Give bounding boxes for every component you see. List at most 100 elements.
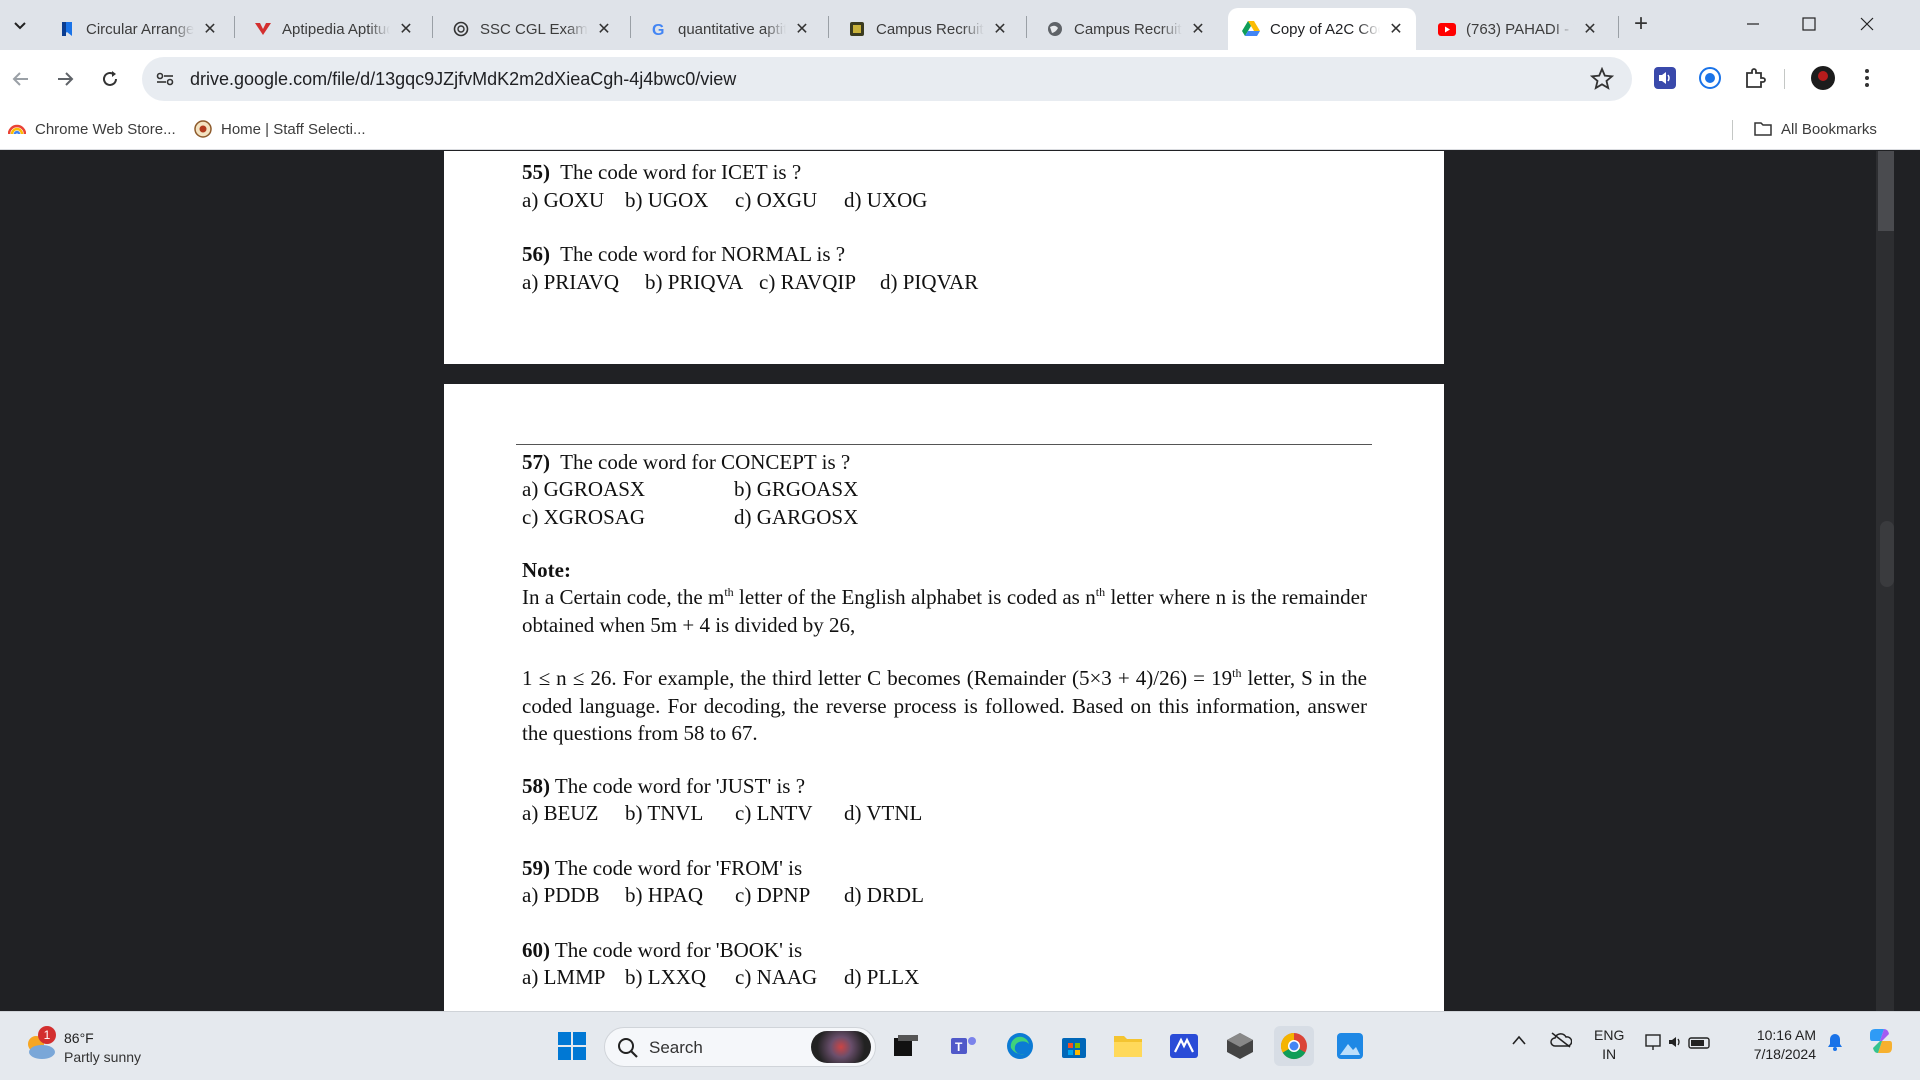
microsoft-store-app[interactable] — [1054, 1026, 1094, 1066]
new-tab-button[interactable]: + — [1628, 12, 1654, 38]
tab-quantitative-aptitude[interactable]: G quantitative aptitude ✕ — [636, 8, 822, 50]
option-c: c) RAVQIP — [759, 270, 857, 294]
app-logo-icon — [1170, 1034, 1198, 1058]
question-number: 58) — [522, 774, 550, 798]
close-tab-icon[interactable]: ✕ — [1188, 19, 1208, 39]
document-viewer[interactable]: 55) The code word for ICET is ? a) GOXU … — [0, 151, 1920, 1011]
url-text[interactable]: drive.google.com/file/d/13gqc9JZjfvMdK2m… — [190, 69, 736, 90]
forward-button[interactable] — [50, 64, 80, 94]
question-text: The code word for NORMAL is ? — [560, 242, 846, 266]
file-explorer-app[interactable] — [1108, 1026, 1148, 1066]
viewer-scrollbar[interactable] — [1876, 151, 1894, 1011]
taskbar-search[interactable]: Search — [604, 1027, 876, 1067]
address-bar[interactable]: drive.google.com/file/d/13gqc9JZjfvMdK2m… — [142, 57, 1632, 101]
scrollbar-thumb[interactable] — [1880, 521, 1894, 587]
tab-youtube[interactable]: (763) PAHADI - YouTube ✕ — [1424, 8, 1610, 50]
question-58: 58) The code word for 'JUST' is ? — [522, 774, 805, 799]
question-text: The code word for 'JUST' is ? — [554, 774, 806, 798]
record-extension-icon — [1699, 67, 1721, 89]
chrome-menu-button[interactable] — [1854, 65, 1880, 91]
bookmark-staff-selection[interactable]: Home | Staff Selecti... — [194, 117, 366, 141]
cube-app[interactable] — [1220, 1026, 1260, 1066]
all-bookmarks-button[interactable]: All Bookmarks — [1754, 117, 1877, 141]
store-icon — [1062, 1038, 1086, 1058]
tab-aptipedia[interactable]: Aptipedia Aptitude ✕ — [240, 8, 426, 50]
minimize-button[interactable] — [1724, 0, 1782, 48]
tab-divider — [234, 16, 235, 38]
bookmark-blue-icon — [58, 20, 76, 38]
ms-app[interactable] — [1164, 1026, 1204, 1066]
teams-app[interactable]: T — [944, 1026, 984, 1066]
close-tab-icon[interactable]: ✕ — [396, 19, 416, 39]
more-vert-icon — [1865, 69, 1869, 87]
copilot-button[interactable] — [1866, 1026, 1896, 1059]
task-view-button[interactable] — [886, 1026, 926, 1066]
bookmark-chrome-web-store[interactable]: Chrome Web Store... — [8, 117, 176, 141]
extensions-button[interactable] — [1742, 65, 1768, 91]
youtube-icon — [1438, 20, 1456, 38]
maximize-button[interactable] — [1780, 0, 1838, 48]
notifications-button[interactable] — [1826, 1032, 1844, 1055]
note-paragraph-1: In a Certain code, the mth letter of the… — [522, 584, 1367, 639]
close-window-button[interactable] — [1838, 0, 1896, 48]
note-heading: Note: — [522, 558, 571, 582]
weather-widget[interactable]: 1 86°F Partly sunny — [22, 1026, 182, 1068]
tab-title: Circular Arrangement — [86, 20, 194, 38]
tab-title: (763) PAHADI - YouTube — [1466, 20, 1574, 38]
option-b: b) LXXQ — [625, 965, 707, 989]
extension-read-aloud[interactable] — [1652, 65, 1678, 91]
puzzle-icon — [1746, 68, 1766, 88]
option-a: a) PRIAVQ — [522, 270, 620, 294]
question-number: 59) — [522, 856, 550, 880]
time: 10:16 AM — [1756, 1027, 1816, 1043]
question-number: 55) — [522, 160, 550, 184]
tab-title: Campus Recruitment — [876, 20, 984, 38]
language-indicator[interactable]: ENG IN — [1594, 1026, 1624, 1064]
close-tab-icon[interactable]: ✕ — [594, 19, 614, 39]
back-button[interactable] — [6, 64, 36, 94]
tab-a2c-coding-active[interactable]: Copy of A2C Coding ✕ — [1228, 8, 1416, 50]
all-bookmarks-label: All Bookmarks — [1781, 120, 1877, 138]
close-tab-icon[interactable]: ✕ — [792, 19, 812, 39]
temperature: 86°F — [64, 1030, 94, 1046]
tab-circular-arrangement[interactable]: Circular Arrangement ✕ — [44, 8, 230, 50]
profile-button[interactable] — [1810, 65, 1836, 91]
tab-strip: Circular Arrangement ✕ Aptipedia Aptitud… — [0, 0, 1920, 50]
site-info-button[interactable] — [152, 66, 178, 92]
photos-icon — [1337, 1033, 1363, 1059]
clock[interactable]: 10:16 AM 7/18/2024 — [1740, 1026, 1816, 1064]
document-page: 55) The code word for ICET is ? a) GOXU … — [444, 151, 1444, 364]
photos-app[interactable] — [1330, 1026, 1370, 1066]
bookmark-star-button[interactable] — [1589, 66, 1615, 91]
edge-app[interactable] — [1000, 1026, 1040, 1066]
chrome-app[interactable] — [1274, 1026, 1314, 1066]
option-a: a) GGROASX — [522, 477, 646, 501]
quick-settings-button[interactable] — [1645, 1032, 1713, 1055]
note-paragraph-2: 1 ≤ n ≤ 26. For example, the third lette… — [522, 665, 1367, 748]
book-icon — [848, 20, 866, 38]
tab-campus-recruitment-2[interactable]: Campus Recruitment ✕ — [1032, 8, 1218, 50]
question-number: 57) — [522, 450, 550, 474]
tab-search-button[interactable] — [6, 11, 34, 39]
tab-campus-recruitment-1[interactable]: Campus Recruitment ✕ — [834, 8, 1020, 50]
chatgpt-icon — [452, 20, 470, 38]
close-tab-icon[interactable]: ✕ — [990, 19, 1010, 39]
onedrive-tray[interactable] — [1550, 1032, 1573, 1051]
question-text: The code word for CONCEPT is ? — [560, 450, 851, 474]
reload-button[interactable] — [95, 64, 125, 94]
option-d: d) VTNL — [844, 801, 923, 825]
question-56: 56) The code word for NORMAL is ? — [522, 242, 845, 267]
minimize-icon — [1747, 23, 1759, 25]
search-highlight-image — [811, 1031, 871, 1063]
start-button[interactable] — [552, 1026, 592, 1066]
close-tab-icon[interactable]: ✕ — [200, 19, 220, 39]
weather-condition: Partly sunny — [64, 1049, 142, 1065]
close-tab-icon[interactable]: ✕ — [1386, 19, 1406, 39]
extension-record[interactable] — [1697, 65, 1723, 91]
language-code: ENG — [1594, 1027, 1625, 1043]
show-hidden-icons-button[interactable] — [1512, 1032, 1526, 1048]
close-tab-icon[interactable]: ✕ — [1580, 19, 1600, 39]
tab-ssc-cgl[interactable]: SSC CGL Exam Questions ✕ — [438, 8, 624, 50]
scrollbar-track-top — [1878, 151, 1894, 231]
search-icon — [618, 1038, 638, 1058]
